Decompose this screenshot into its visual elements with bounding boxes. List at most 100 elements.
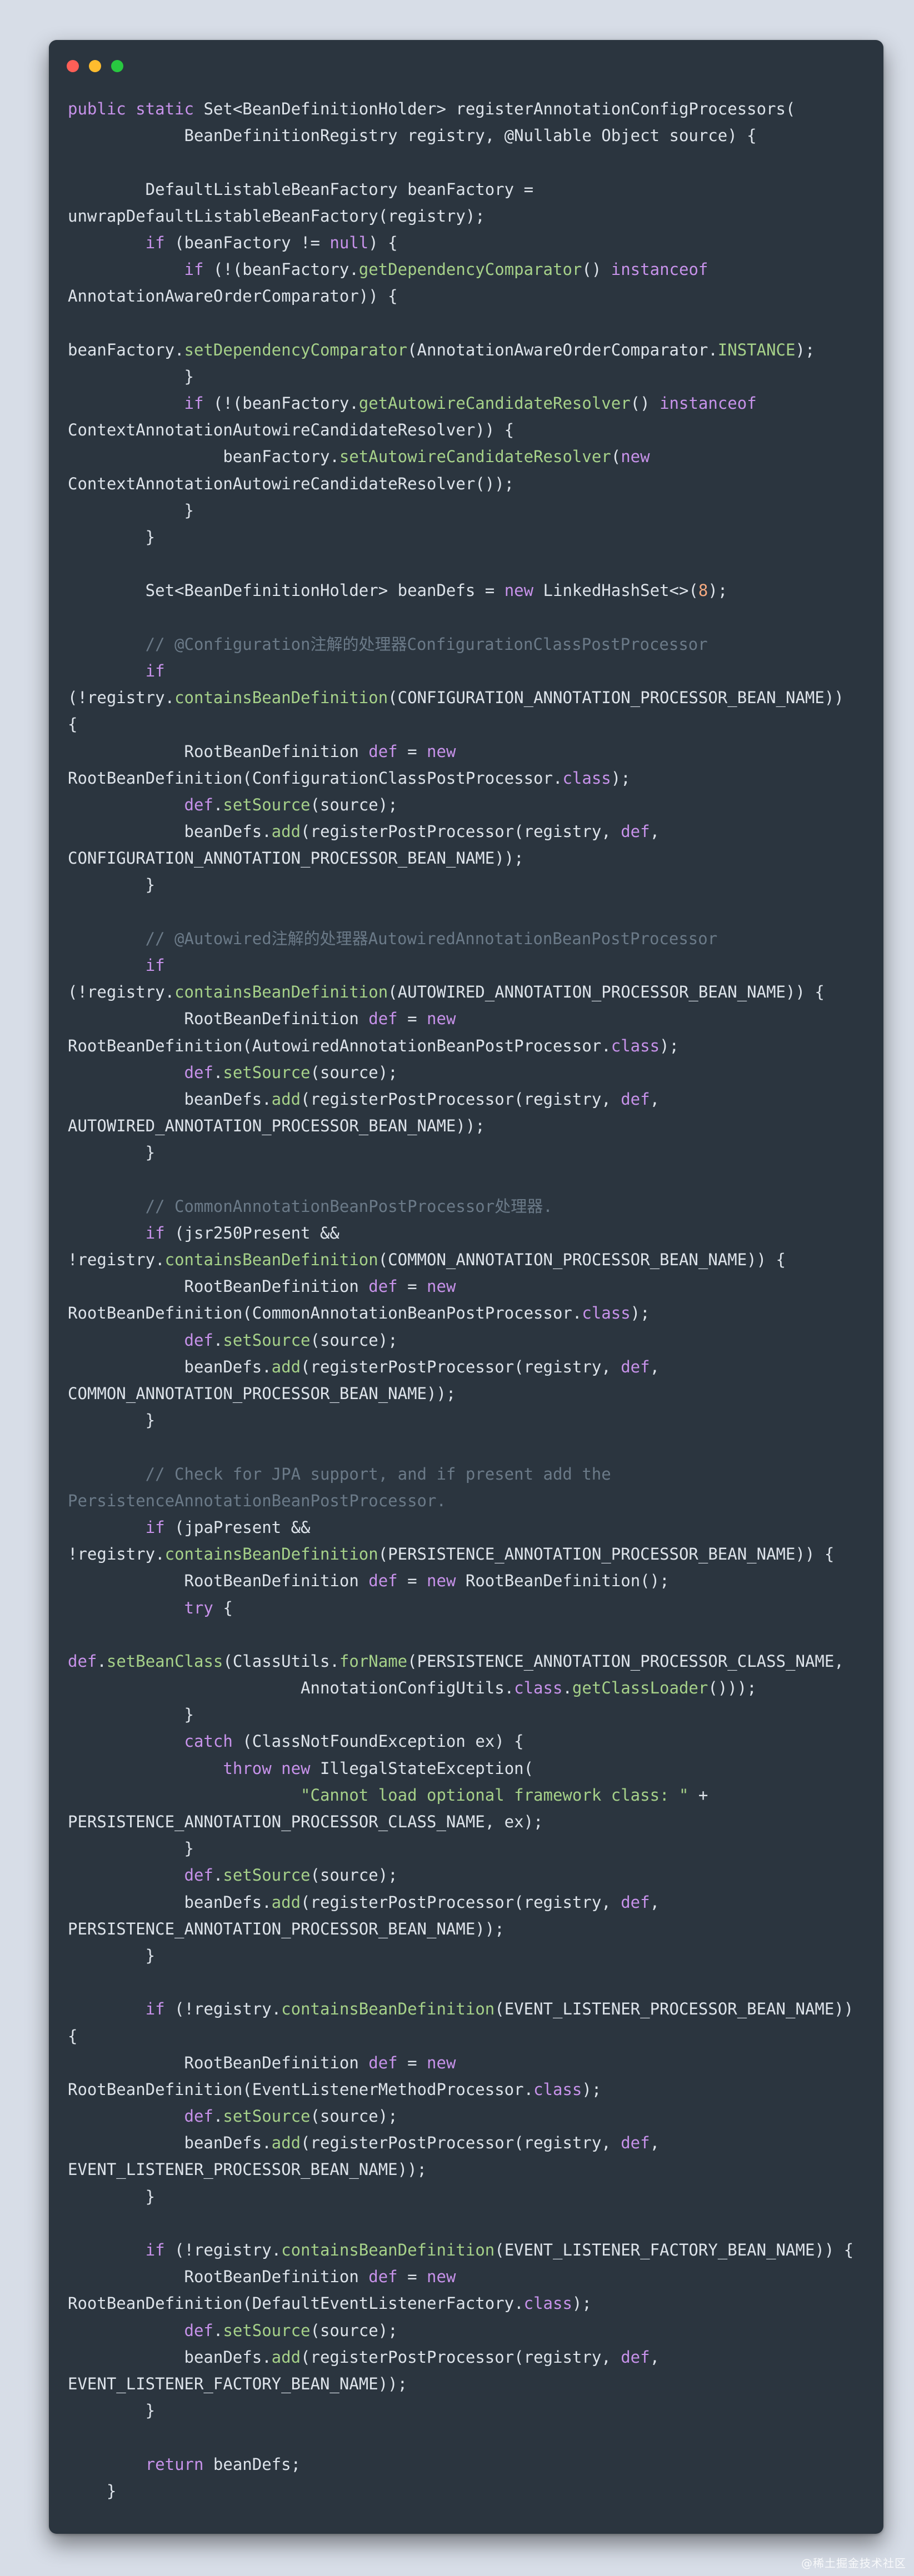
code-token-plain: RootBeanDefinition(CommonAnnotationBeanP… (68, 1304, 582, 1323)
code-line: BeanDefinitionRegistry registry, @Nullab… (68, 122, 868, 149)
code-line: try { (68, 1595, 868, 1621)
code-token-method: forName (339, 1651, 408, 1671)
code-token-plain: = (397, 1571, 427, 1591)
code-token-plain: DefaultListableBeanFactory beanFactory = (68, 179, 534, 199)
code-token-plain: , (650, 2347, 660, 2367)
code-line: beanDefs.add(registerPostProcessor(regis… (68, 2129, 868, 2156)
code-token-plain: (jpaPresent && (164, 1517, 311, 1537)
code-token-keyword: if (145, 661, 165, 680)
code-token-plain: (source); (310, 1866, 398, 1885)
code-block: public static Set<BeanDefinitionHolder> … (68, 96, 868, 2504)
code-token-keyword: def (68, 1651, 97, 1671)
code-line: if (jpaPresent && (68, 1514, 868, 1541)
watermark-text: @稀土掘金技术社区 (801, 2557, 906, 2570)
code-token-plain: Set<BeanDefinitionHolder> registerAnnota… (203, 99, 796, 118)
code-token-plain: (!(beanFactory. (203, 260, 359, 279)
code-line: beanDefs.add(registerPostProcessor(regis… (68, 818, 868, 845)
code-token-method: setSource (223, 795, 311, 814)
code-token-plain: PERSISTENCE_ANNOTATION_PROCESSOR_BEAN_NA… (68, 1919, 505, 1938)
code-line: beanFactory.setDependencyComparator(Anno… (68, 337, 868, 363)
code-token-keyword: return (145, 2454, 204, 2474)
minimize-dot-icon[interactable] (89, 60, 101, 72)
code-token-keyword: new (427, 1277, 456, 1296)
code-token-plain: } (68, 1411, 156, 1430)
code-token-plain: beanDefs. (68, 2347, 272, 2367)
code-token-plain: (EVENT_LISTENER_PROCESSOR_BEAN_NAME)) (495, 1999, 854, 2019)
code-token-method: containsBeanDefinition (164, 1250, 378, 1270)
code-token-plain: ); (572, 2294, 592, 2313)
code-token-keyword: def (184, 2107, 213, 2126)
code-line: { (68, 711, 868, 738)
code-line: CONFIGURATION_ANNOTATION_PROCESSOR_BEAN_… (68, 845, 868, 871)
code-line: ContextAnnotationAutowireCandidateResolv… (68, 470, 868, 497)
code-token-keyword: def (184, 1330, 213, 1350)
code-token-plain: . (213, 1063, 223, 1082)
code-token-plain: (source); (310, 2321, 398, 2340)
code-window: public static Set<BeanDefinitionHolder> … (49, 40, 883, 2534)
close-dot-icon[interactable] (67, 60, 79, 72)
code-token-plain: = (397, 741, 427, 761)
code-token-plain: ); (660, 1036, 679, 1055)
code-token-keyword: new (427, 1009, 456, 1029)
code-token-plain: . (213, 795, 223, 814)
code-line: beanDefs.add(registerPostProcessor(regis… (68, 2344, 868, 2370)
code-token-plain: beanDefs. (68, 2133, 272, 2153)
code-line: def.setSource(source); (68, 791, 868, 818)
code-token-plain: IllegalStateException( (310, 1758, 534, 1778)
code-token-plain: beanDefs. (68, 1892, 272, 1912)
code-token-plain: PERSISTENCE_ANNOTATION_PROCESSOR_CLASS_N… (68, 1812, 543, 1831)
code-line: } (68, 871, 868, 898)
code-line: def.setSource(source); (68, 2103, 868, 2129)
code-token-plain: COMMON_ANNOTATION_PROCESSOR_BEAN_NAME)); (68, 1384, 456, 1403)
code-token-plain: (source); (310, 1063, 398, 1082)
code-token-plain: (registerPostProcessor(registry, (301, 2133, 621, 2153)
code-token-plain: (registerPostProcessor(registry, (301, 1357, 621, 1376)
maximize-dot-icon[interactable] (111, 60, 123, 72)
code-token-plain: RootBeanDefinition (68, 1009, 369, 1029)
code-token-plain: Set<BeanDefinitionHolder> beanDefs = (68, 581, 505, 600)
code-token-plain: , (650, 1357, 660, 1376)
code-token-plain: ())); (708, 1678, 757, 1698)
code-token-plain: unwrapDefaultListableBeanFactory(registr… (68, 206, 485, 225)
code-line: AUTOWIRED_ANNOTATION_PROCESSOR_BEAN_NAME… (68, 1112, 868, 1139)
code-token-keyword: class (611, 1036, 660, 1055)
code-token-keyword: def (621, 1089, 650, 1109)
code-line: } (68, 2183, 868, 2210)
code-line: } (68, 2478, 868, 2504)
code-token-method: setAutowireCandidateResolver (339, 447, 611, 467)
code-token-comment: // @Autowired注解的处理器AutowiredAnnotationBe… (68, 929, 718, 948)
code-line: // @Configuration注解的处理器ConfigurationClas… (68, 631, 868, 658)
code-token-plain: RootBeanDefinition(); (456, 1571, 670, 1591)
code-token-method: INSTANCE (717, 340, 796, 359)
code-token-plain: } (68, 1143, 156, 1162)
code-token-keyword: null (329, 233, 369, 252)
code-line: // Check for JPA support, and if present… (68, 1461, 868, 1487)
code-token-plain: . (213, 2321, 223, 2340)
code-line: unwrapDefaultListableBeanFactory(registr… (68, 203, 868, 229)
code-token-plain: (jsr250Present && (164, 1223, 339, 1242)
code-token-plain: (EVENT_LISTENER_FACTORY_BEAN_NAME)) { (495, 2241, 854, 2259)
code-token-plain: = (397, 2053, 427, 2072)
code-token-plain: RootBeanDefinition(ConfigurationClassPos… (68, 768, 563, 788)
code-token-plain: beanDefs. (68, 1089, 272, 1109)
code-token-keyword: def (184, 795, 213, 814)
code-token-plain: (source); (310, 795, 398, 814)
code-token-plain: LinkedHashSet<>( (533, 581, 698, 600)
code-token-keyword: def (621, 1357, 650, 1376)
code-line: PersistenceAnnotationBeanPostProcessor. (68, 1487, 868, 1514)
code-token-keyword: def (368, 1009, 398, 1029)
code-token-plain: } (68, 367, 194, 386)
code-line: } (68, 1407, 868, 1434)
code-line: RootBeanDefinition def = new (68, 1273, 868, 1300)
code-token-plain: RootBeanDefinition (68, 2053, 369, 2072)
code-token-keyword: public static (68, 99, 204, 118)
